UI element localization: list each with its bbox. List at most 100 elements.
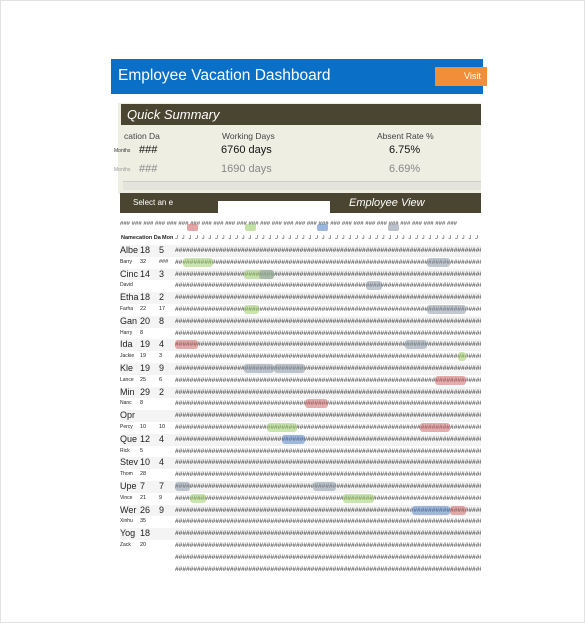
employee-row: Ida 19 4 ##################################… xyxy=(120,339,481,352)
vacation-block xyxy=(404,340,428,350)
legend-strip: ### ### ### ### ### ### ### ### ### ### … xyxy=(120,221,481,232)
calendar-cells: ########################################… xyxy=(175,447,481,455)
calendar-cells: ########################################… xyxy=(175,294,481,302)
employee-month-days: 5 xyxy=(159,245,165,255)
employee-month-days: 2 xyxy=(159,386,165,397)
calendar-cells: ########################################… xyxy=(175,412,481,420)
employee-name: Nanc xyxy=(120,400,132,407)
employee-row: Stev 10 4 #################################… xyxy=(120,457,481,470)
calendar-cells: ########################################… xyxy=(175,434,481,444)
employee-row: Gan 20 8 ##################################… xyxy=(120,315,481,328)
employee-row: Lance 25 6 ################################… xyxy=(120,375,481,387)
employee-row: Nanc 8 ###################################… xyxy=(120,398,481,410)
calendar-cells: ########################################… xyxy=(175,375,481,385)
summary-divider xyxy=(123,181,481,190)
employee-row: David ###################################… xyxy=(120,280,481,292)
employee-vacation-days: 18 xyxy=(140,528,151,539)
vacation-block xyxy=(366,281,382,291)
vacation-block xyxy=(175,481,191,491)
employee-row: Etha 18 2 #################################… xyxy=(120,292,481,304)
legend-swatch-red xyxy=(187,224,198,231)
employee-month-days: 9 xyxy=(159,362,165,373)
vacation-block xyxy=(182,257,214,267)
calendar-cells: ########################################… xyxy=(175,459,481,467)
employee-vacation-days: 10 xyxy=(140,457,151,468)
employee-vacation-days: 19 xyxy=(140,353,147,360)
calendar-cells: ########################################… xyxy=(175,565,481,573)
calendar-cells: ########################################… xyxy=(175,352,481,362)
vacation-grid: Albe 18 5 #################################… xyxy=(120,245,481,575)
absent-rate-col-header: Absent Rate % xyxy=(377,131,434,141)
summary-vacation-value: ### xyxy=(139,144,158,156)
calendar-cells: ########################################… xyxy=(175,471,481,479)
employee-vacation-days: 25 xyxy=(140,376,147,383)
summary-absent-rate-value: 6.69% xyxy=(389,163,421,175)
employee-view-title: Employee View xyxy=(349,197,425,209)
employee-vacation-days: 21 xyxy=(140,494,147,501)
vacation-block xyxy=(312,481,336,491)
vacation-block xyxy=(427,257,451,267)
employee-name: Harry xyxy=(120,329,133,336)
vacation-block xyxy=(190,493,206,503)
employee-vacation-days: 19 xyxy=(140,362,151,373)
employee-select-input[interactable] xyxy=(218,201,330,213)
calendar-filler-row: ########################################… xyxy=(120,552,481,564)
employee-month-days: 8 xyxy=(159,315,165,326)
select-employee-label: Select an e xyxy=(133,198,174,207)
employee-month-days: 4 xyxy=(159,433,165,444)
calendar-cells: ########################################… xyxy=(175,399,481,409)
vacation-block xyxy=(243,304,260,314)
employee-vacation-days: 5 xyxy=(140,447,144,454)
vacation-block xyxy=(243,363,275,373)
employee-row: Wer 26 9 ##################################… xyxy=(120,504,481,517)
day-marks-row: J J J J J J J J J J J J J J J J J J J J … xyxy=(175,235,481,241)
employee-row: Zack 20 ##################################… xyxy=(120,540,481,552)
legend-text: ### ### ### ### ### ### ### ### ### ### … xyxy=(120,221,457,227)
month-col-header: Mon xyxy=(162,235,174,241)
vacation-col-header: cation Da xyxy=(136,235,161,241)
summary-vacation-value: ### xyxy=(139,163,158,175)
employee-row: Min 29 2 ##################################… xyxy=(120,386,481,399)
visit-button[interactable]: Visit xyxy=(435,67,487,86)
calendar-cells: ########################################… xyxy=(175,257,481,267)
employee-month-days: 6 xyxy=(159,376,163,383)
employee-month-days: 2 xyxy=(159,292,165,303)
calendar-cells: ########################################… xyxy=(175,269,481,279)
employee-month-days: 4 xyxy=(159,457,165,468)
summary-working-days-value: 1690 days xyxy=(221,163,272,175)
dashboard-title: Employee Vacation Dashboard xyxy=(118,67,331,84)
employee-row: Opr #####################################… xyxy=(120,410,481,422)
legend-swatch-green xyxy=(245,224,256,231)
employee-vacation-days: 18 xyxy=(140,292,151,303)
employee-vacation-days: 28 xyxy=(140,471,147,478)
calendar-cells: ########################################… xyxy=(175,363,481,373)
legend-swatch-blue xyxy=(317,224,328,231)
vacation-block xyxy=(412,505,451,515)
legend-swatch-grey xyxy=(388,224,399,231)
employee-vacation-days: 7 xyxy=(140,480,146,491)
calendar-cells: ########################################… xyxy=(175,518,481,526)
employee-vacation-days: 20 xyxy=(140,315,151,326)
calendar-cells: ########################################… xyxy=(175,340,481,350)
employee-vacation-days: 26 xyxy=(140,504,151,515)
employee-vacation-days: 19 xyxy=(140,339,151,350)
employee-month-days: 9 xyxy=(159,494,163,501)
employee-month-days: 17 xyxy=(159,305,166,312)
employee-name: Opr xyxy=(120,410,136,421)
employee-name: David xyxy=(120,282,133,289)
employee-name: Rick xyxy=(120,447,130,454)
calendar-cells: ########################################… xyxy=(175,317,481,325)
vacation-block xyxy=(305,399,328,409)
vacation-block xyxy=(450,505,466,515)
employee-vacation-days: 10 xyxy=(140,423,147,430)
summary-absent-rate-value: 6.75% xyxy=(389,144,421,156)
calendar-cells: ########################################… xyxy=(175,304,481,314)
employee-vacation-days: 20 xyxy=(140,541,147,548)
employee-row: Thom 28 ##################################… xyxy=(120,469,481,481)
calendar-cells: ########################################… xyxy=(175,553,481,561)
employee-row: Kle 19 9 ##################################… xyxy=(120,362,481,375)
employee-month-days: 10 xyxy=(159,423,166,430)
employee-row: Barry 32 ### ##############################… xyxy=(120,257,481,269)
vacation-block xyxy=(274,363,306,373)
employee-vacation-days: 14 xyxy=(140,268,151,279)
